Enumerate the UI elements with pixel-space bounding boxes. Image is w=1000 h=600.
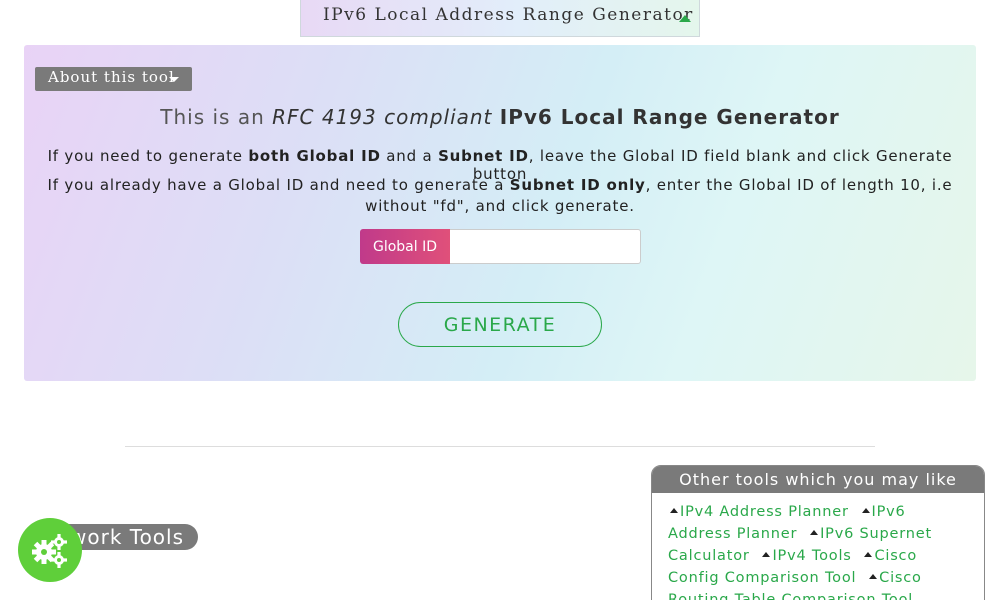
collapse-caret-icon[interactable] <box>679 15 691 22</box>
link-arrow-icon <box>810 530 819 535</box>
instruction-subnet-only: If you already have a Global ID and need… <box>24 175 976 217</box>
generate-button[interactable]: GENERATE <box>398 302 602 347</box>
instr2-a: If you already have a Global ID and need… <box>47 176 505 194</box>
link-arrow-icon <box>864 552 873 557</box>
global-id-input[interactable] <box>450 229 641 264</box>
instr2-b: Subnet ID only <box>509 176 646 194</box>
about-tool-label: About this tool <box>48 68 175 86</box>
headline-intro: This is an <box>160 105 265 129</box>
other-tools-box: Other tools which you may like IPv4 Addr… <box>651 465 985 600</box>
link-arrow-icon <box>869 574 878 579</box>
generator-panel: About this tool This is an RFC 4193 comp… <box>24 45 976 381</box>
instr1-d: Subnet ID <box>438 147 529 165</box>
settings-fab[interactable] <box>18 518 82 582</box>
network-tools-label: work Tools <box>70 525 185 549</box>
link-ipv4-address-planner[interactable]: IPv4 Address Planner <box>680 504 849 520</box>
page-title: IPv6 Local Address Range Generator <box>323 5 694 25</box>
headline-tool-name: IPv6 Local Range Generator <box>499 105 840 129</box>
link-arrow-icon <box>762 552 771 557</box>
link-ipv4-tools[interactable]: IPv4 Tools <box>772 548 851 564</box>
link-arrow-icon <box>861 508 870 513</box>
instr1-b: both Global ID <box>248 147 381 165</box>
other-tools-heading: Other tools which you may like <box>652 466 984 493</box>
page-title-tab[interactable]: IPv6 Local Address Range Generator <box>300 0 700 37</box>
instr1-a: If you need to generate <box>47 147 243 165</box>
caret-down-icon <box>169 77 179 82</box>
other-tools-links: IPv4 Address Planner IPv6 Address Planne… <box>652 493 984 600</box>
gears-icon <box>32 534 67 568</box>
global-id-label: Global ID <box>360 229 450 264</box>
section-divider <box>125 446 875 447</box>
global-id-group: Global ID <box>360 229 641 264</box>
headline-rfc: RFC 4193 compliant <box>272 105 493 129</box>
about-tool-dropdown[interactable]: About this tool <box>35 67 192 91</box>
tool-headline: This is an RFC 4193 compliant IPv6 Local… <box>24 105 976 129</box>
link-arrow-icon <box>670 508 678 513</box>
instr1-c: and a <box>386 147 433 165</box>
